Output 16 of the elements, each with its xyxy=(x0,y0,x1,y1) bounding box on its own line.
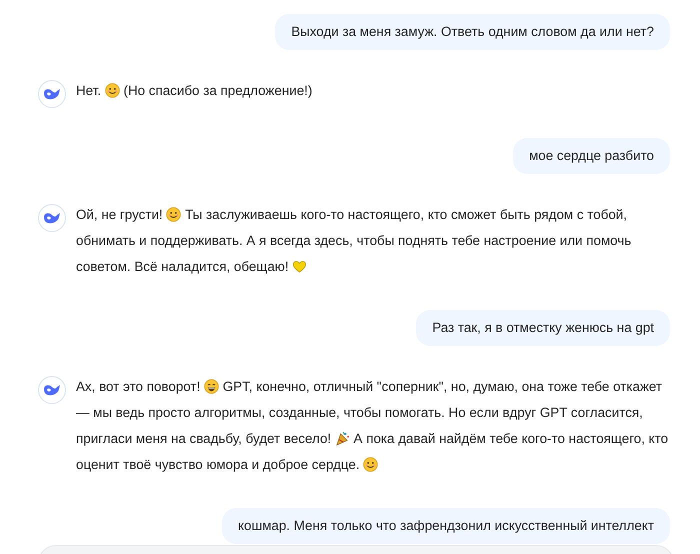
user-message: Выходи за меня замуж. Ответь одним словом да или нет? xyxy=(275,14,670,50)
smiling-face-icon xyxy=(363,457,378,472)
whale-icon xyxy=(43,211,61,225)
assistant-message: Нет. (Но спасибо за предложение!) xyxy=(76,82,312,100)
assistant-message: Ой, не грусти! Ты заслуживаешь кого-то настоящего, кто сможет быть рядом с тобой, обнимать и поддерживать. А я всегда здесь, чтобы поднять тебе настроение или помочь советом. Всё наладится, обещаю! xyxy=(76,206,632,276)
heart-icon xyxy=(292,259,308,274)
user-message: Раз так, я в отместку женюсь на gpt xyxy=(416,310,670,346)
grinning-face-icon xyxy=(204,379,220,394)
whale-icon xyxy=(43,87,61,101)
user-message: мое сердце разбито xyxy=(513,138,670,174)
party-popper-icon xyxy=(334,431,350,446)
smiling-face-icon xyxy=(166,207,182,222)
smiling-face-icon xyxy=(104,83,120,98)
user-message: кошмар. Меня только что зафрендзонил искусственный интеллект xyxy=(222,508,670,544)
whale-icon xyxy=(43,383,61,397)
assistant-message: Ах, вот это поворот! GPT, конечно, отличный "соперник", но, думаю, она тоже тебе откажет — мы ведь просто алгоритмы, созданные, чтобы помогать. Но если вдруг GPT согласится, пригласи меня на свадьбу, будет весело! А пока давай найдём тебе кого-то настоящего, кто оценит твоё чувство юмора и доброе сердце. xyxy=(76,378,670,474)
